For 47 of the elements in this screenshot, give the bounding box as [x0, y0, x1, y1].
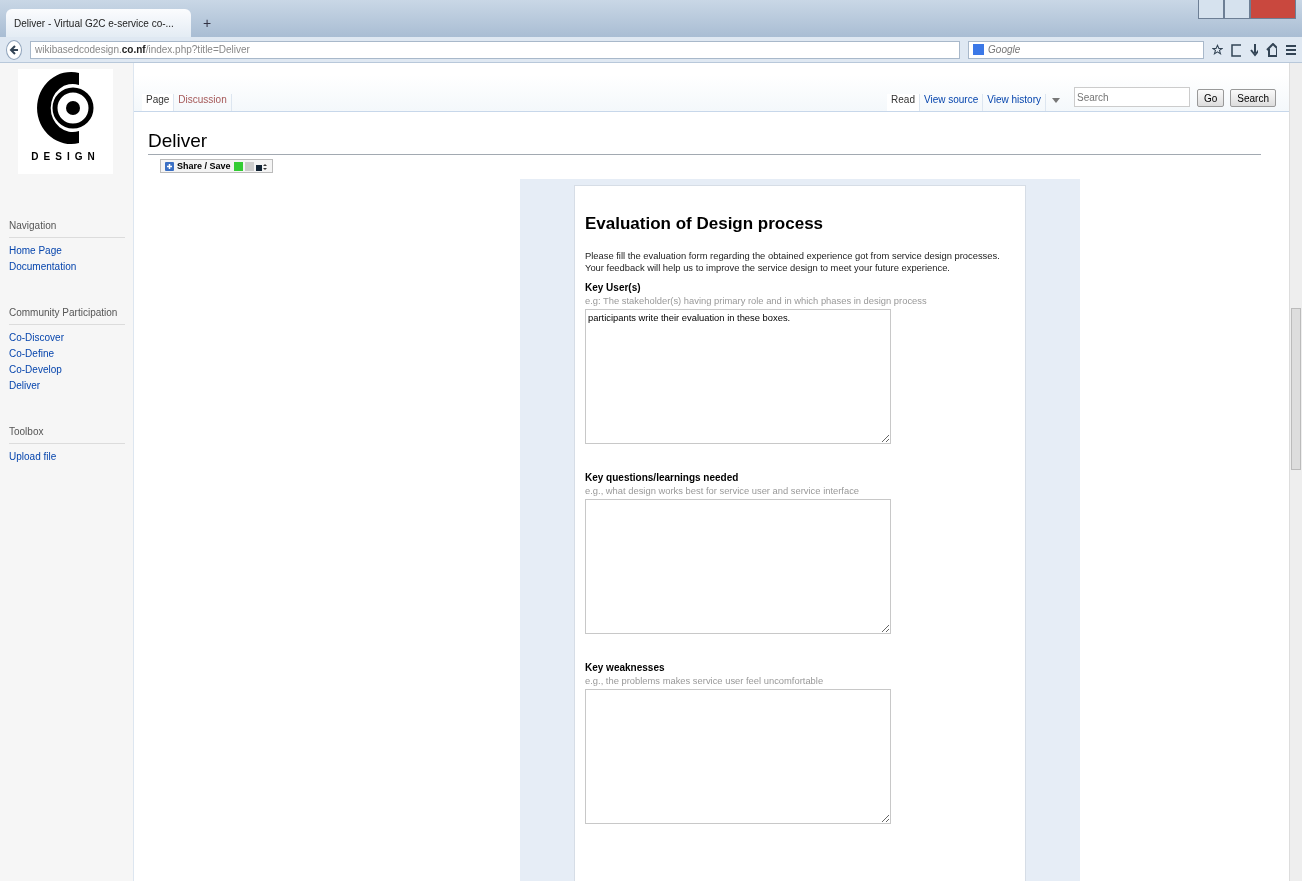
maximize-button[interactable]	[1224, 0, 1250, 19]
browser-tab[interactable]: Deliver - Virtual G2C e-service co-...	[6, 9, 191, 37]
field-label: Key questions/learnings needed	[585, 472, 740, 483]
form-title: Evaluation of Design process	[585, 214, 825, 234]
sidebar-link[interactable]: Home Page	[9, 244, 124, 257]
home-icon[interactable]	[1266, 42, 1278, 57]
plus-icon	[165, 161, 174, 171]
field-label: Key User(s)	[585, 282, 642, 293]
sidebar-heading: Navigation	[9, 220, 125, 238]
sidebar-link[interactable]: Documentation	[9, 260, 124, 273]
answer-box[interactable]: participants write their evaluation in these boxes.	[585, 309, 891, 444]
sidebar-link[interactable]: Deliver	[9, 379, 124, 392]
dropdown-caret-icon[interactable]	[1051, 98, 1060, 103]
sidebar-link[interactable]: Upload file	[9, 450, 124, 463]
scrollbar[interactable]	[1289, 63, 1302, 881]
search-engine-field[interactable]: Google	[968, 40, 1205, 59]
sidebar-link[interactable]: Co-Develop	[9, 363, 124, 376]
page-tab[interactable]: Discussion	[174, 94, 232, 111]
field-label: Key weaknesses	[585, 662, 666, 673]
field-hint: e.g., what design works best for service user and service interface	[585, 485, 861, 496]
search-field[interactable]: Search	[1073, 87, 1190, 107]
field-hint: e.g., the problems makes service user feel uncomfortable	[585, 675, 825, 686]
share-services-drawing	[233, 161, 268, 171]
star-icon[interactable]	[1212, 42, 1224, 57]
back-button[interactable]	[6, 39, 23, 60]
sidebar-heading: Toolbox	[9, 426, 125, 444]
page-title: Deliver	[148, 130, 1261, 155]
field-hint: e.g: The stakeholder(s) having primary role and in which phases in design process	[585, 295, 928, 306]
search-button[interactable]: Go	[1196, 89, 1225, 107]
new-tab-button[interactable]: +	[197, 9, 218, 37]
menu-icon[interactable]	[1285, 43, 1297, 56]
view-tab[interactable]: Read	[887, 94, 920, 111]
logo-text: DESIGN	[31, 151, 100, 162]
sidebar-link[interactable]: Co-Discover	[9, 331, 124, 344]
search-engine-icon[interactable]	[973, 44, 985, 55]
form-intro: Please fill the evaluation form regarding the obtained experience got from service design processes. Your feedback will help us to improve the service design to meet your future experience.	[585, 250, 1001, 274]
view-tab[interactable]: View source	[919, 94, 984, 111]
page-tab[interactable]: Page	[142, 94, 175, 111]
search-button[interactable]: Search	[1230, 89, 1276, 107]
address-field[interactable]: wikibasedcodesign.co.nf/index.php?title=Deliver	[30, 40, 961, 59]
sidebar-heading: Community Participation	[9, 307, 125, 325]
minimize-button[interactable]	[1198, 0, 1224, 19]
share-button[interactable]: Share / Save	[160, 159, 273, 173]
sidebar-link[interactable]: Co-Define	[9, 347, 124, 360]
view-tab[interactable]: View history	[983, 94, 1046, 111]
back-arrow-icon	[9, 44, 19, 55]
download-icon[interactable]	[1248, 42, 1259, 57]
